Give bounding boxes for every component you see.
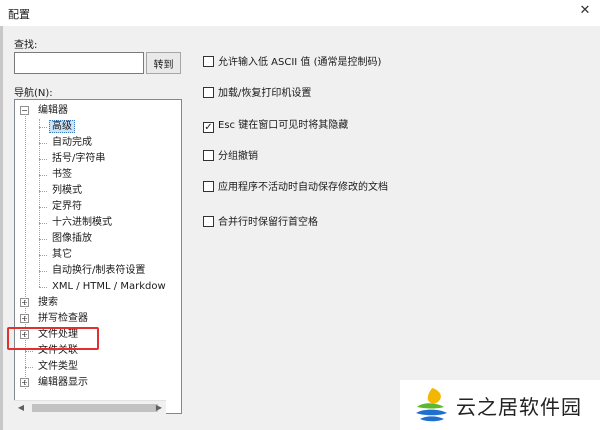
tree-connector xyxy=(39,207,47,208)
tree-connector xyxy=(39,255,47,256)
tree-item[interactable]: 拼写检查器 xyxy=(35,311,91,327)
tree-item-label: 自动换行/制表符设置 xyxy=(52,265,146,276)
tree-item[interactable]: 搜索 xyxy=(35,295,61,311)
tree-item[interactable]: 书签 xyxy=(49,167,75,183)
option-label: 分组撤销 xyxy=(218,151,258,162)
tree-item-label: 其它 xyxy=(52,249,72,260)
tree-item-label: 书签 xyxy=(52,169,72,180)
tree-item[interactable]: XML / HTML / Markdow xyxy=(49,279,169,295)
nav-tree[interactable]: − 编辑器 高级 自动完成 括号/字符串 书签 列模式 定界符 十六进制模式 图像插放 其它 自动换行… xyxy=(14,99,182,414)
search-input[interactable] xyxy=(14,52,144,74)
tree-item-label: 编辑器 xyxy=(38,105,68,116)
tree-item-label: 定界符 xyxy=(52,201,82,212)
tree-item-label: 文件类型 xyxy=(38,361,78,372)
tree-connector xyxy=(25,351,33,352)
tree-item[interactable]: 自动换行/制表符设置 xyxy=(49,263,148,279)
vertical-scrollbar[interactable]: ▲ ▼ xyxy=(181,100,182,413)
tree-connector xyxy=(39,223,47,224)
tree-item-label: 自动完成 xyxy=(52,137,92,148)
checkbox[interactable] xyxy=(203,181,214,192)
option-label: Esc 键在窗口可见时将其隐藏 xyxy=(218,120,349,131)
tree-item[interactable]: 编辑器显示 xyxy=(35,375,91,391)
tree-item-label: 列模式 xyxy=(52,185,82,196)
tree-item[interactable]: 高级 xyxy=(49,119,75,135)
tree-connector xyxy=(39,191,47,192)
tree-item[interactable]: 编辑器 xyxy=(35,103,71,119)
tree-connector xyxy=(39,159,47,160)
option-checkbox-row[interactable]: 合并行时保留行首空格 xyxy=(203,216,318,230)
option-checkbox-row[interactable]: 分组撤销 xyxy=(203,150,258,164)
window-edge xyxy=(0,26,3,430)
tree-item-label: 拼写检查器 xyxy=(38,313,88,324)
scroll-right-icon[interactable]: ▶ xyxy=(152,401,166,415)
tree-item[interactable]: 自动完成 xyxy=(49,135,95,151)
tree-connector xyxy=(39,127,47,128)
tree-item-label: 括号/字符串 xyxy=(52,153,106,164)
tree-connector xyxy=(39,271,47,272)
tree-item[interactable]: 其它 xyxy=(49,247,75,263)
watermark-text: 云之居软件园 xyxy=(456,395,582,419)
scroll-left-icon[interactable]: ◀ xyxy=(14,401,28,415)
search-label: 查找: xyxy=(14,40,38,51)
checkbox-checked[interactable]: ✓ xyxy=(203,122,214,133)
tree-connector xyxy=(39,119,40,287)
goto-button[interactable]: 转到 xyxy=(146,52,181,74)
watermark: 云之居软件园 xyxy=(400,380,600,430)
option-checkbox-row[interactable]: 加载/恢复打印机设置 xyxy=(203,87,311,101)
tree-item-label: 高级 xyxy=(49,120,75,133)
window-title: 配置 xyxy=(8,8,30,21)
tree-item[interactable]: 图像插放 xyxy=(49,231,95,247)
tree-item[interactable]: 括号/字符串 xyxy=(49,151,108,167)
tree-item-label: 编辑器显示 xyxy=(38,377,88,388)
title-bar: 配置 ✕ xyxy=(0,0,600,26)
watermark-logo-icon xyxy=(416,388,447,422)
tree-connector xyxy=(39,239,47,240)
option-label: 合并行时保留行首空格 xyxy=(218,217,318,228)
tree-item[interactable]: 列模式 xyxy=(49,183,85,199)
tree-item-label: XML / HTML / Markdow xyxy=(52,281,166,292)
checkbox[interactable] xyxy=(203,87,214,98)
checkbox[interactable] xyxy=(203,150,214,161)
option-checkbox-row[interactable]: 应用程序不活动时自动保存修改的文档 xyxy=(203,181,388,195)
close-icon[interactable]: ✕ xyxy=(578,4,592,18)
tree-item-label: 搜索 xyxy=(38,297,58,308)
nav-label: 导航(N): xyxy=(14,88,53,99)
horizontal-scrollbar[interactable]: ◀ ▶ xyxy=(14,400,166,414)
tree-item-label: 十六进制模式 xyxy=(52,217,112,228)
tree-item[interactable]: 定界符 xyxy=(49,199,85,215)
tree-item[interactable]: 十六进制模式 xyxy=(49,215,115,231)
tree-connector xyxy=(25,367,33,368)
checkbox[interactable] xyxy=(203,56,214,67)
tree-connector xyxy=(39,143,47,144)
option-checkbox-row[interactable]: ✓ Esc 键在窗口可见时将其隐藏 xyxy=(203,119,348,133)
option-label: 允许输入低 ASCII 值 (通常是控制码) xyxy=(218,57,382,68)
horizontal-scroll-thumb[interactable] xyxy=(32,404,158,412)
option-checkbox-row[interactable]: 允许输入低 ASCII 值 (通常是控制码) xyxy=(203,56,381,70)
tree-item-label: 图像插放 xyxy=(52,233,92,244)
tree-connector xyxy=(39,287,47,288)
option-label: 应用程序不活动时自动保存修改的文档 xyxy=(218,182,388,193)
tree-item[interactable]: 文件类型 xyxy=(35,359,81,375)
highlight-annotation xyxy=(7,327,99,350)
checkbox[interactable] xyxy=(203,216,214,227)
tree-connector xyxy=(39,175,47,176)
option-label: 加载/恢复打印机设置 xyxy=(218,88,312,99)
